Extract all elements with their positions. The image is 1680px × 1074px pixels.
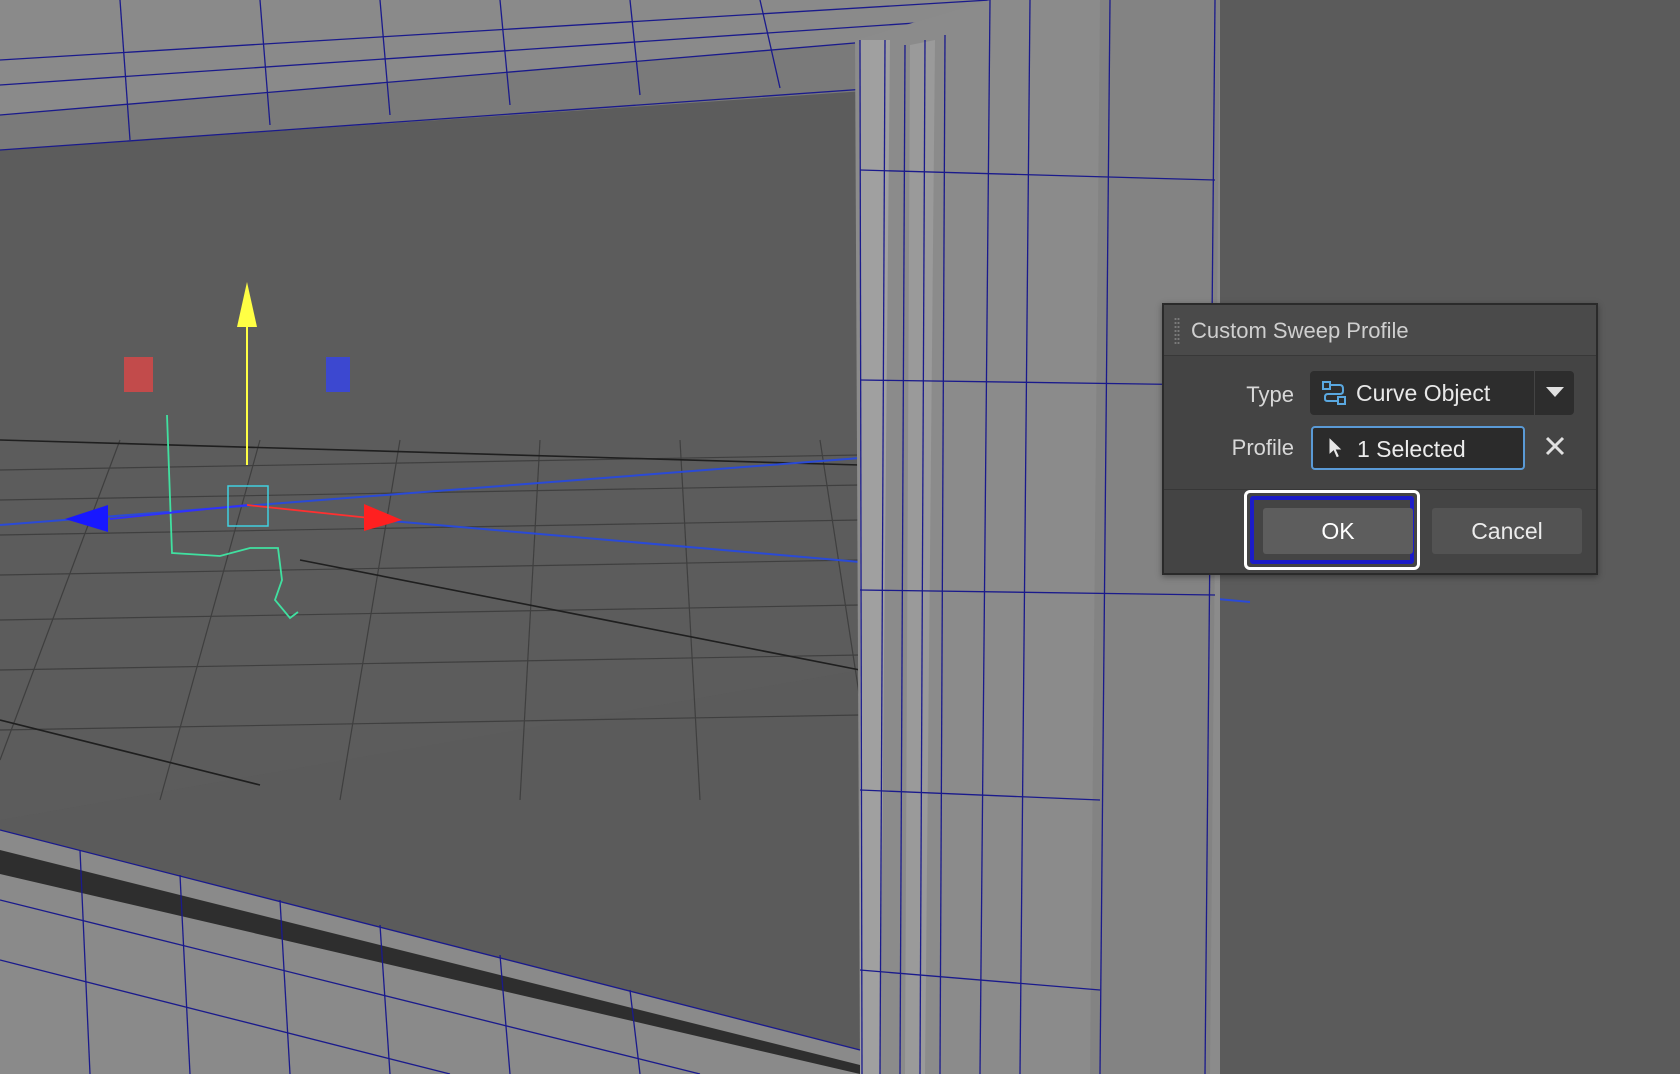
dialog-title: Custom Sweep Profile xyxy=(1191,318,1409,343)
close-icon xyxy=(1540,436,1570,465)
custom-sweep-profile-dialog: Custom Sweep Profile Type Curve Object P… xyxy=(1162,303,1598,575)
chevron-down-icon[interactable] xyxy=(1546,387,1564,397)
cancel-button[interactable]: Cancel xyxy=(1432,508,1582,554)
clear-profile-button[interactable] xyxy=(1540,431,1570,461)
type-label: Type xyxy=(1246,382,1294,407)
drag-handle-icon[interactable] xyxy=(1174,317,1180,345)
profile-selection-field[interactable]: 1 Selected xyxy=(1311,426,1525,470)
ok-button[interactable]: OK xyxy=(1263,508,1413,554)
type-value: Curve Object xyxy=(1356,380,1491,406)
cursor-arrow-icon xyxy=(1327,435,1345,465)
profile-value: 1 Selected xyxy=(1357,436,1466,462)
type-dropdown[interactable]: Curve Object xyxy=(1310,371,1574,415)
dialog-header[interactable]: Custom Sweep Profile xyxy=(1164,305,1596,356)
profile-label: Profile xyxy=(1231,435,1294,460)
dropdown-divider xyxy=(1534,371,1535,415)
curve-object-icon xyxy=(1322,381,1346,410)
